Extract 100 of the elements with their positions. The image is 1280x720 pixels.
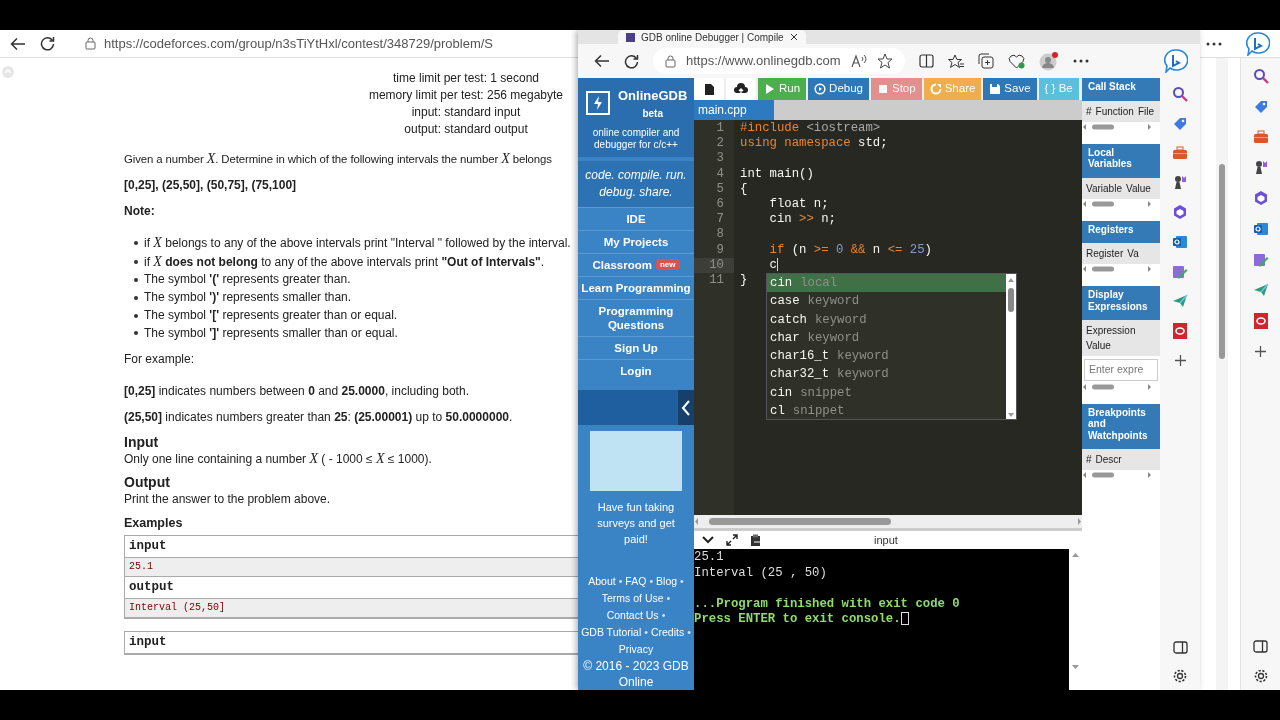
column-header: Variable (1086, 181, 1122, 196)
lock-icon[interactable] (665, 54, 676, 68)
ad-caption[interactable]: Have fun taking surveys and get paid! (586, 499, 686, 547)
chat-bubble-icon[interactable] (1246, 31, 1270, 56)
horizontal-scrollbar[interactable] (1082, 381, 1152, 392)
reload-icon[interactable] (624, 53, 639, 69)
favorites-icon[interactable] (947, 53, 964, 69)
footer-link[interactable]: Credits (650, 624, 685, 641)
star-icon[interactable] (876, 53, 893, 69)
close-icon[interactable] (789, 33, 798, 41)
more-icon[interactable] (1072, 59, 1089, 63)
expression-field[interactable]: Enter expre (1084, 359, 1158, 381)
vertical-scrollbar[interactable] (1006, 274, 1016, 419)
file-tab[interactable]: main.cpp (694, 100, 774, 120)
chat-bubble-icon[interactable] (1164, 49, 1188, 73)
bullet (134, 331, 138, 336)
back-icon[interactable] (594, 54, 610, 68)
suggestion-item[interactable]: cin local (767, 274, 1006, 293)
footer-link[interactable]: Terms of Use (601, 590, 664, 607)
suggestion-item[interactable]: cin snippet (767, 383, 1006, 403)
column-header: # (1086, 104, 1092, 119)
briefcase-icon[interactable] (1172, 146, 1188, 160)
panel-toggle-icon[interactable] (1172, 641, 1188, 654)
footer-link[interactable]: Blog (656, 573, 678, 590)
add-icon[interactable] (1254, 345, 1267, 358)
bullet (134, 295, 138, 300)
avatar-icon[interactable] (1038, 51, 1059, 71)
paper-plane-icon[interactable] (1252, 283, 1269, 297)
panel-toggle-icon[interactable] (1253, 640, 1268, 653)
pencil-icon[interactable] (1252, 252, 1269, 268)
horizontal-scrollbar[interactable] (694, 515, 1082, 528)
upload-button[interactable] (726, 78, 756, 100)
suggestion-item[interactable]: cl snippet (767, 402, 1006, 421)
example-text: [0,25] indicates numbers between 0 and 25.0000, including both. (124, 383, 470, 401)
briefcase-icon[interactable] (1252, 130, 1269, 144)
output-description: Print the answer to the problem above. (124, 491, 332, 509)
url-text[interactable]: https://codeforces.com/group/n3sTiYtHxl/contest/348729/problem/S (104, 33, 493, 54)
mail-icon[interactable] (1252, 221, 1269, 237)
menu-item[interactable]: Classroom new (578, 252, 694, 277)
read-aloud-icon[interactable] (850, 54, 867, 68)
panel-header[interactable]: Call Stack (1082, 78, 1160, 101)
add-icon[interactable] (1173, 354, 1187, 367)
chess-piece-icon[interactable] (1172, 174, 1188, 190)
lightning-logo-icon[interactable] (586, 91, 610, 116)
suggestion-item[interactable]: catch keyword (767, 310, 1006, 329)
panel-header[interactable]: Display Expressions (1082, 286, 1160, 320)
search-icon[interactable] (1252, 68, 1269, 84)
debug-button[interactable]: Debug (808, 78, 869, 100)
footer-link[interactable]: FAQ (625, 573, 647, 590)
browser-tab[interactable]: GDB online Debugger | Compile (618, 30, 806, 44)
collections-icon[interactable] (977, 53, 994, 69)
horizontal-scrollbar[interactable] (1082, 198, 1152, 209)
collapse-button[interactable] (678, 390, 694, 425)
suggestion-item[interactable]: char keyword (767, 328, 1006, 348)
suggestion-item[interactable]: char16_t keyword (767, 347, 1006, 366)
limit-text: output: standard output (404, 121, 528, 138)
ring-icon[interactable] (1172, 322, 1188, 340)
document-icon (703, 82, 715, 96)
more-icon[interactable] (1206, 41, 1222, 46)
reload-icon[interactable] (40, 36, 55, 51)
column-header: Descr (1095, 453, 1122, 468)
panel-header[interactable]: Breakpoints and Watchpoints (1082, 403, 1160, 450)
horizontal-scrollbar[interactable] (1082, 470, 1152, 481)
heart-icon[interactable] (1007, 53, 1025, 69)
panel-header[interactable]: Registers (1082, 220, 1160, 243)
hexagon-icon[interactable] (1172, 204, 1188, 220)
panel-header[interactable]: Local Variables (1082, 143, 1160, 178)
expand-icon[interactable] (726, 534, 738, 546)
suggestion-item[interactable]: char32_t keyword (767, 365, 1006, 384)
column-header: Function (1095, 104, 1134, 119)
horizontal-scrollbar[interactable] (1082, 264, 1152, 274)
footer-link[interactable]: About (588, 573, 616, 590)
new-badge: new (655, 259, 680, 271)
console-tab-label[interactable]: input (874, 531, 898, 549)
vertical-scrollbar[interactable] (1216, 58, 1228, 690)
separator: • (644, 625, 648, 640)
suggestion-item[interactable]: case keyword (767, 292, 1006, 311)
brand-name[interactable]: OnlineGDB (618, 86, 688, 106)
search-icon[interactable] (1172, 86, 1188, 102)
pencil-icon[interactable] (1172, 264, 1188, 280)
tag-icon[interactable] (1172, 116, 1188, 132)
hexagon-icon[interactable] (1252, 190, 1269, 206)
chevron-down-icon[interactable] (702, 536, 714, 544)
settings-icon[interactable] (1252, 668, 1269, 684)
back-icon[interactable] (10, 36, 26, 51)
horizontal-scrollbar[interactable] (1082, 121, 1152, 132)
settings-icon[interactable] (1172, 668, 1188, 684)
footer-link[interactable]: Contact Us (606, 607, 659, 624)
run-button[interactable]: Run (758, 78, 807, 100)
example-intro: For example: (124, 351, 196, 369)
split-screen-icon[interactable] (918, 54, 934, 68)
lock-icon[interactable] (85, 37, 96, 50)
new-file-button[interactable] (694, 78, 724, 100)
mail-icon[interactable] (1172, 234, 1188, 250)
footer-link[interactable]: Privacy (618, 641, 654, 658)
paper-plane-icon[interactable] (1172, 294, 1188, 308)
footer-link[interactable]: GDB Tutorial (581, 624, 642, 641)
ring-icon[interactable] (1252, 312, 1269, 330)
clipboard-icon[interactable] (750, 533, 762, 547)
save-button[interactable]: Save (983, 78, 1037, 100)
